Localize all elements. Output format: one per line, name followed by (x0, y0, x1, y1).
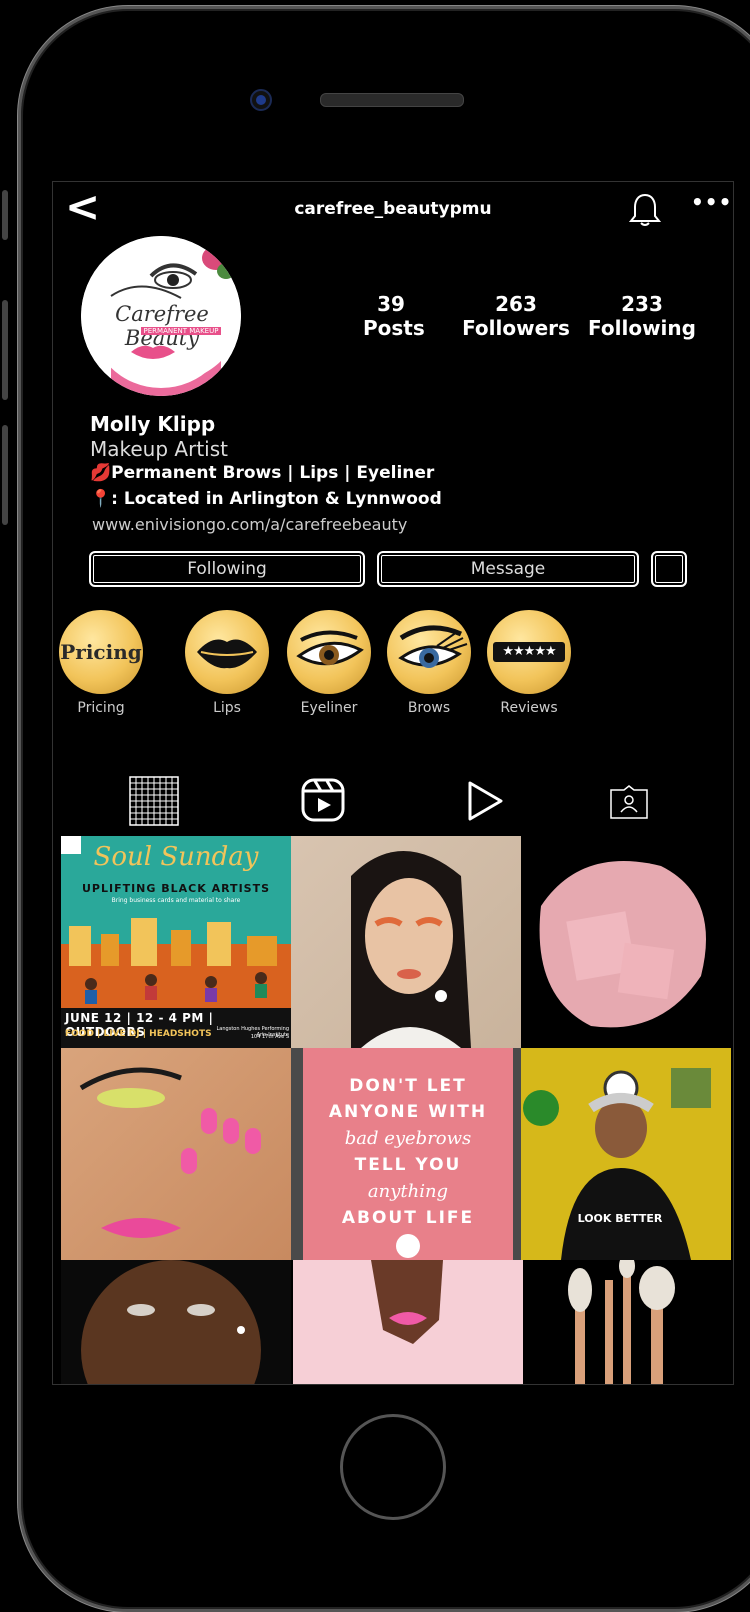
followers-label: Followers (462, 316, 570, 340)
mute-switch (2, 190, 8, 240)
pink-nails-photo (79, 1067, 261, 1238)
video-tab-icon[interactable] (465, 780, 505, 822)
front-camera (250, 89, 272, 111)
post-soul-sunday[interactable]: Soul Sunday UPLIFTING BLACK ARTISTS Brin… (61, 836, 291, 1048)
avatar[interactable]: Carefree Beauty PERMANENT MAKEUP (81, 236, 241, 396)
highlight-cover: ★★★★★ (487, 610, 571, 694)
eye-icon (296, 630, 364, 666)
event-features: FOOD | LIVE DJ | HEADSHOTS (65, 1029, 212, 1039)
profile-name: Molly Klipp (90, 412, 216, 436)
post-portrait-orange-eyeshadow[interactable] (291, 836, 521, 1048)
tagged-tab-icon[interactable] (609, 784, 649, 820)
highlight-pricing[interactable]: Pricing Pricing (53, 610, 151, 716)
post-laughing-woman[interactable]: LOOK BETTER (521, 1048, 731, 1260)
event-address: 104 17th Ave S (250, 1034, 289, 1040)
post-pink-powder[interactable] (521, 836, 731, 1048)
profile-screen: < carefree_beautypmu ••• Carefree Beauty… (52, 181, 734, 1385)
soul-sunday-title: Soul Sunday (93, 842, 259, 872)
message-button[interactable]: Message (377, 551, 639, 587)
quote-line-1: DON'T LET (349, 1076, 467, 1096)
volume-down-button (2, 425, 8, 525)
soul-sunday-note: Bring business cards and material to sha… (111, 897, 241, 904)
home-button[interactable] (340, 1414, 446, 1520)
highlight-brows[interactable]: Brows (379, 610, 479, 716)
portrait-photo (351, 851, 471, 1048)
laughing-woman-photo (521, 1048, 731, 1260)
bio-link[interactable]: www.enivisiongo.com/a/carefreebeauty (92, 515, 407, 534)
reels-tab-icon[interactable] (301, 778, 345, 822)
suggested-accounts-button[interactable] (651, 551, 687, 587)
quote-line-4: TELL YOU (354, 1155, 462, 1175)
highlight-label: Reviews (500, 700, 558, 716)
event-banner: JUNE 12 | 12 - 4 PM | OUTDOORS FOOD | LI… (61, 1008, 291, 1048)
highlight-cover (185, 610, 269, 694)
pink-lips-photo (371, 1260, 443, 1344)
posts-grid: Soul Sunday UPLIFTING BLACK ARTISTS Brin… (61, 836, 731, 1384)
quote-line-5: anything (367, 1181, 449, 1202)
highlight-label: Brows (407, 700, 451, 716)
avatar-logo-subtitle: PERMANENT MAKEUP (141, 327, 221, 335)
post-eyebrows-quote[interactable]: DON'T LET ANYONE WITH bad eyebrows TELL … (291, 1048, 521, 1260)
post-pink-nails[interactable] (61, 1048, 291, 1260)
highlight-reviews[interactable]: ★★★★★ Reviews (479, 610, 579, 716)
soul-sunday-subtitle: UPLIFTING BLACK ARTISTS (81, 882, 271, 895)
quote-line-3: bad eyebrows (344, 1128, 472, 1149)
brushes-photo (568, 1260, 675, 1384)
post-makeup-brushes[interactable] (525, 1260, 731, 1384)
quote-line-6: ABOUT LIFE (341, 1208, 475, 1228)
highlight-eyeliner[interactable]: Eyeliner (279, 610, 379, 716)
following-count: 233 (621, 292, 663, 316)
bio-location: 📍: Located in Arlington & Lynnwood (90, 489, 442, 509)
bell-icon[interactable] (628, 192, 662, 228)
post-pink-lips-paper[interactable] (293, 1260, 523, 1384)
quote-card: DON'T LET ANYONE WITH bad eyebrows TELL … (303, 1048, 513, 1260)
posts-count: 39 (377, 292, 405, 316)
volume-up-button (2, 300, 8, 400)
highlight-lips[interactable]: Lips (177, 610, 277, 716)
earpiece-speaker (320, 93, 464, 107)
highlight-label: Lips (213, 700, 241, 716)
eyelash-icon (398, 625, 468, 668)
content-tabs (53, 772, 733, 826)
glowing-skin-photo (81, 1260, 261, 1384)
artists-illustration (61, 918, 291, 1008)
profile-category: Makeup Artist (90, 437, 228, 461)
avatar-logo-title: Carefree Beauty (115, 302, 209, 350)
quote-logo-icon (396, 1234, 420, 1258)
posts-label: Posts (363, 316, 425, 340)
following-label: Following (588, 316, 696, 340)
five-star-icon: ★★★★★ (493, 642, 565, 662)
highlight-cover (287, 610, 371, 694)
post-glowing-skin-portrait[interactable] (61, 1260, 291, 1384)
followers-stat[interactable]: 263 Followers (461, 292, 571, 340)
followers-count: 263 (495, 292, 537, 316)
shirt-text: LOOK BETTER (577, 1212, 663, 1225)
highlight-label: Eyeliner (300, 700, 358, 716)
following-stat[interactable]: 233 Following (587, 292, 697, 340)
posts-stat[interactable]: 39 Posts (363, 292, 425, 340)
following-button[interactable]: Following (89, 551, 365, 587)
pricing-cover-text: Pricing (60, 640, 142, 664)
powder-photo (539, 861, 706, 1028)
lips-icon (197, 639, 257, 669)
highlight-cover: Pricing (59, 610, 143, 694)
grid-tab-icon[interactable] (129, 776, 179, 826)
quote-line-2: ANYONE WITH (328, 1102, 488, 1122)
highlight-label: Pricing (77, 700, 125, 716)
top-bar: < carefree_beautypmu ••• (53, 182, 733, 232)
bio-services: 💋Permanent Brows | Lips | Eyeliner (90, 463, 435, 483)
highlight-cover (387, 610, 471, 694)
more-options-icon[interactable]: ••• (691, 190, 732, 214)
